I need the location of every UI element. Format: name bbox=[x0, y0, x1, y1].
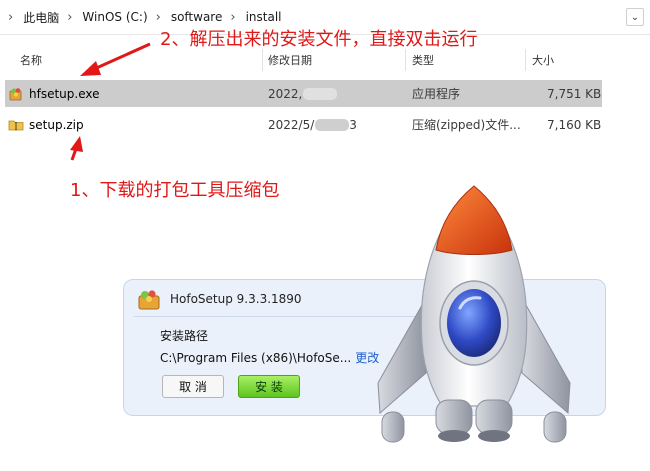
hofosetup-logo-icon bbox=[136, 287, 162, 315]
install-path-label: 安装路径 bbox=[160, 329, 209, 343]
dialog-title: HofoSetup 9.3.3.1890 bbox=[170, 292, 302, 306]
install-button[interactable]: 安 装 bbox=[238, 375, 300, 398]
install-path-value: C:\Program Files (x86)\HofoSe... bbox=[160, 351, 352, 365]
annotation-step1: 1、下载的打包工具压缩包 bbox=[70, 180, 280, 201]
cancel-button[interactable]: 取 消 bbox=[162, 375, 224, 398]
arrow-to-setup-zip bbox=[70, 136, 83, 161]
rocket-illustration bbox=[377, 185, 571, 443]
arrow-to-hfsetup bbox=[80, 42, 151, 76]
annotation-step2: 2、解压出来的安装文件，直接双击运行 bbox=[160, 29, 478, 50]
install-path-row: C:\Program Files (x86)\HofoSe... 更改 bbox=[160, 349, 379, 366]
